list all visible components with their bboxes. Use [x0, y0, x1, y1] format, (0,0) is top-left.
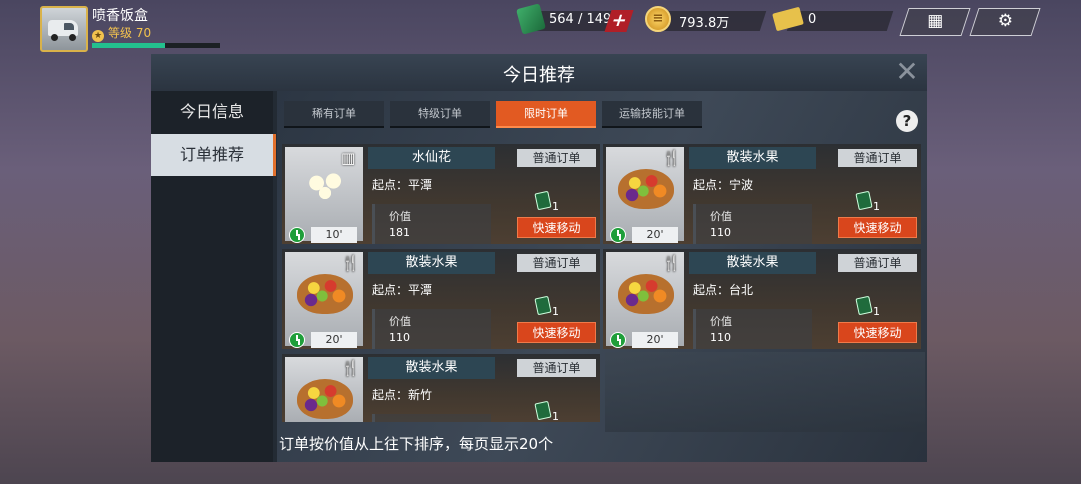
panel-title: 今日推荐	[503, 65, 575, 86]
order-type-badge: 普通订单	[517, 359, 596, 377]
quick-move-button[interactable]: 快速移动	[517, 217, 596, 238]
value-box: 价值 110	[372, 309, 491, 349]
cost-count: 1	[873, 200, 880, 213]
food-icon: 🍴	[662, 149, 681, 167]
value-label: 价值	[389, 315, 411, 328]
quick-move-button[interactable]: 快速移动	[838, 322, 917, 343]
order-card[interactable]: 🍴 散装水果 普通订单 起点：新竹 1	[282, 354, 600, 422]
gear-icon: ⚙	[997, 11, 1013, 31]
value-amount: 110	[389, 331, 410, 344]
item-thumbnail: 🍴	[285, 357, 363, 422]
fruit-basket-icon	[618, 169, 674, 209]
player-avatar[interactable]	[40, 6, 88, 52]
cargo-name: 散装水果	[368, 357, 495, 379]
origin-city: 起点：宁波	[693, 178, 754, 192]
value-box: 价值 181	[372, 204, 491, 244]
fuel-card-icon	[534, 190, 552, 211]
fruit-basket-icon	[297, 379, 353, 419]
settings-button[interactable]: ⚙	[969, 8, 1041, 36]
xp-bar-fill	[92, 43, 165, 48]
fuel-card-icon	[855, 190, 873, 211]
tab-skill-orders[interactable]: 运输技能订单	[602, 101, 702, 128]
cost-count: 1	[873, 305, 880, 318]
level-text: 等级 70	[108, 26, 152, 40]
cargo-name: 水仙花	[368, 147, 495, 169]
coin-icon: ≡	[645, 6, 671, 32]
food-icon: 🍴	[662, 254, 681, 272]
clock-icon	[289, 332, 305, 348]
time-limit: 20'	[311, 332, 357, 348]
value-amount: 110	[710, 331, 731, 344]
time-limit: 20'	[632, 227, 678, 243]
ticket-count: 0	[808, 12, 817, 27]
cargo-name: 散装水果	[689, 252, 816, 274]
clock-icon	[289, 227, 305, 243]
fuel-card-icon	[534, 400, 552, 421]
coin-count: 793.8万	[679, 16, 730, 31]
cost-count: 1	[552, 200, 559, 213]
sidebar-item-today-info[interactable]: 今日信息	[151, 91, 273, 133]
quick-move-button[interactable]: 快速移动	[517, 322, 596, 343]
fruit-basket-icon	[297, 274, 353, 314]
origin-city: 起点：平潭	[372, 283, 433, 297]
order-card[interactable]: ▥ 10' 水仙花 普通订单 起点：平潭 价值 181 1 快速移动	[282, 144, 600, 244]
player-level: ★ 等级 70	[92, 24, 151, 42]
help-button[interactable]: ?	[896, 110, 918, 132]
time-limit: 10'	[311, 227, 357, 243]
cargo-name: 散装水果	[368, 252, 495, 274]
value-label: 价值	[710, 210, 732, 223]
book-icon: ▥	[341, 149, 356, 167]
fuel-card-icon	[534, 295, 552, 316]
origin-city: 起点：台北	[693, 283, 754, 297]
cargo-name: 散装水果	[689, 147, 816, 169]
value-amount: 110	[710, 226, 731, 239]
order-type-badge: 普通订单	[838, 254, 917, 272]
sidebar-item-order-recommend[interactable]: 订单推荐	[151, 134, 276, 176]
value-label: 价值	[710, 315, 732, 328]
food-icon: 🍴	[341, 359, 360, 377]
fruit-basket-icon	[618, 274, 674, 314]
cost-count: 1	[552, 305, 559, 318]
clock-icon	[610, 227, 626, 243]
origin-city: 起点：平潭	[372, 178, 433, 192]
tab-limited-orders[interactable]: 限时订单	[496, 101, 596, 128]
clock-icon	[610, 332, 626, 348]
xp-bar	[92, 43, 220, 48]
item-thumbnail: 🍴 20'	[606, 252, 684, 348]
order-type-badge: 普通订单	[517, 254, 596, 272]
order-type-badge: 普通订单	[517, 149, 596, 167]
order-type-badge: 普通订单	[838, 149, 917, 167]
player-name: 喷香饭盒	[92, 8, 148, 24]
fuel-count: 564 / 149	[549, 12, 612, 27]
sort-note: 订单按价值从上往下排序，每页显示20个	[279, 435, 554, 453]
order-card[interactable]: 🍴 20' 散装水果 普通订单 起点：平潭 价值 110 1 快速移动	[282, 249, 600, 349]
fuel-card-icon	[855, 295, 873, 316]
item-thumbnail: 🍴 20'	[285, 252, 363, 348]
shop-icon: ▦	[927, 11, 944, 31]
time-limit: 20'	[632, 332, 678, 348]
daffodil-icon	[297, 169, 353, 209]
tab-premium-orders[interactable]: 特级订单	[390, 101, 490, 128]
shop-button[interactable]: ▦	[899, 8, 971, 36]
value-box: 价值 110	[693, 204, 812, 244]
background-truck	[605, 352, 925, 432]
value-label: 价值	[389, 210, 411, 223]
quick-move-button[interactable]: 快速移动	[838, 217, 917, 238]
order-card[interactable]: 🍴 20' 散装水果 普通订单 起点：宁波 价值 110 1 快速移动	[603, 144, 921, 244]
order-card[interactable]: 🍴 20' 散装水果 普通订单 起点：台北 价值 110 1 快速移动	[603, 249, 921, 349]
cost-count: 1	[552, 410, 559, 422]
value-amount: 181	[389, 226, 410, 239]
close-button[interactable]: ✕	[893, 58, 921, 86]
value-box	[372, 414, 491, 422]
value-box: 价值 110	[693, 309, 812, 349]
tab-rare-orders[interactable]: 稀有订单	[284, 101, 384, 128]
food-icon: 🍴	[341, 254, 360, 272]
item-thumbnail: 🍴 20'	[606, 147, 684, 243]
star-icon: ★	[92, 30, 104, 42]
sidebar: 今日信息 订单推荐	[151, 91, 276, 462]
item-thumbnail: ▥ 10'	[285, 147, 363, 243]
origin-city: 起点：新竹	[372, 388, 433, 402]
